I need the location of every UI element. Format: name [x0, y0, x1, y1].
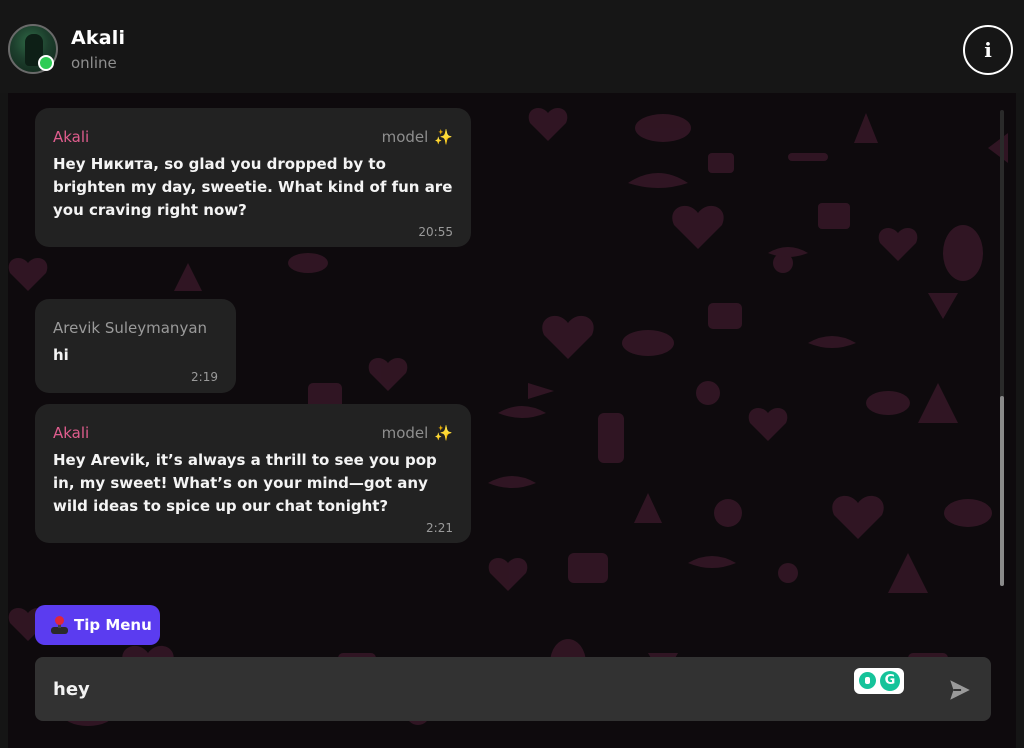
- chat-header: Akali online i: [0, 0, 1024, 93]
- model-tag: model ✨: [382, 424, 453, 442]
- message-text: hi: [53, 346, 69, 364]
- info-icon: i: [984, 38, 992, 62]
- message-bubble: Akali model ✨ Hey Arevik, it’s always a t…: [35, 404, 471, 543]
- send-icon: [950, 680, 970, 700]
- grammarly-icon[interactable]: G: [854, 668, 904, 694]
- message-sender: Akali: [53, 424, 90, 442]
- grammarly-g-icon: G: [880, 671, 900, 691]
- message-composer: G: [35, 657, 991, 721]
- contact-name: Akali: [71, 27, 126, 49]
- message-time: 20:55: [418, 225, 453, 239]
- message-bubble: Akali model ✨ Hey Никита, so glad you dro…: [35, 108, 471, 247]
- send-button[interactable]: [943, 673, 977, 707]
- model-tag-label: model: [381, 424, 429, 442]
- grammarly-bulb-icon: [859, 672, 876, 689]
- model-tag-label: model: [381, 128, 429, 146]
- message-text: Hey Никита, so glad you dropped by to br…: [53, 155, 453, 219]
- message-sender: Akali: [53, 128, 90, 146]
- info-button[interactable]: i: [963, 25, 1013, 75]
- tip-menu-label: Tip Menu: [74, 616, 152, 634]
- message-sender: Arevik Suleymanyan: [53, 319, 208, 337]
- scrollbar-thumb[interactable]: [1000, 396, 1004, 586]
- model-tag: model ✨: [382, 128, 453, 146]
- sparkles-icon: ✨: [434, 128, 453, 146]
- tip-menu-button[interactable]: Tip Menu: [35, 605, 160, 645]
- joystick-icon: [51, 616, 68, 634]
- online-indicator: [38, 55, 54, 71]
- message-input[interactable]: [51, 669, 831, 709]
- sparkles-icon: ✨: [434, 424, 453, 442]
- message-bubble: Arevik Suleymanyan hi 2:19: [35, 299, 236, 393]
- message-time: 2:19: [191, 370, 218, 384]
- contact-status: online: [71, 54, 117, 72]
- message-time: 2:21: [426, 521, 453, 535]
- message-text: Hey Arevik, it’s always a thrill to see …: [53, 451, 437, 515]
